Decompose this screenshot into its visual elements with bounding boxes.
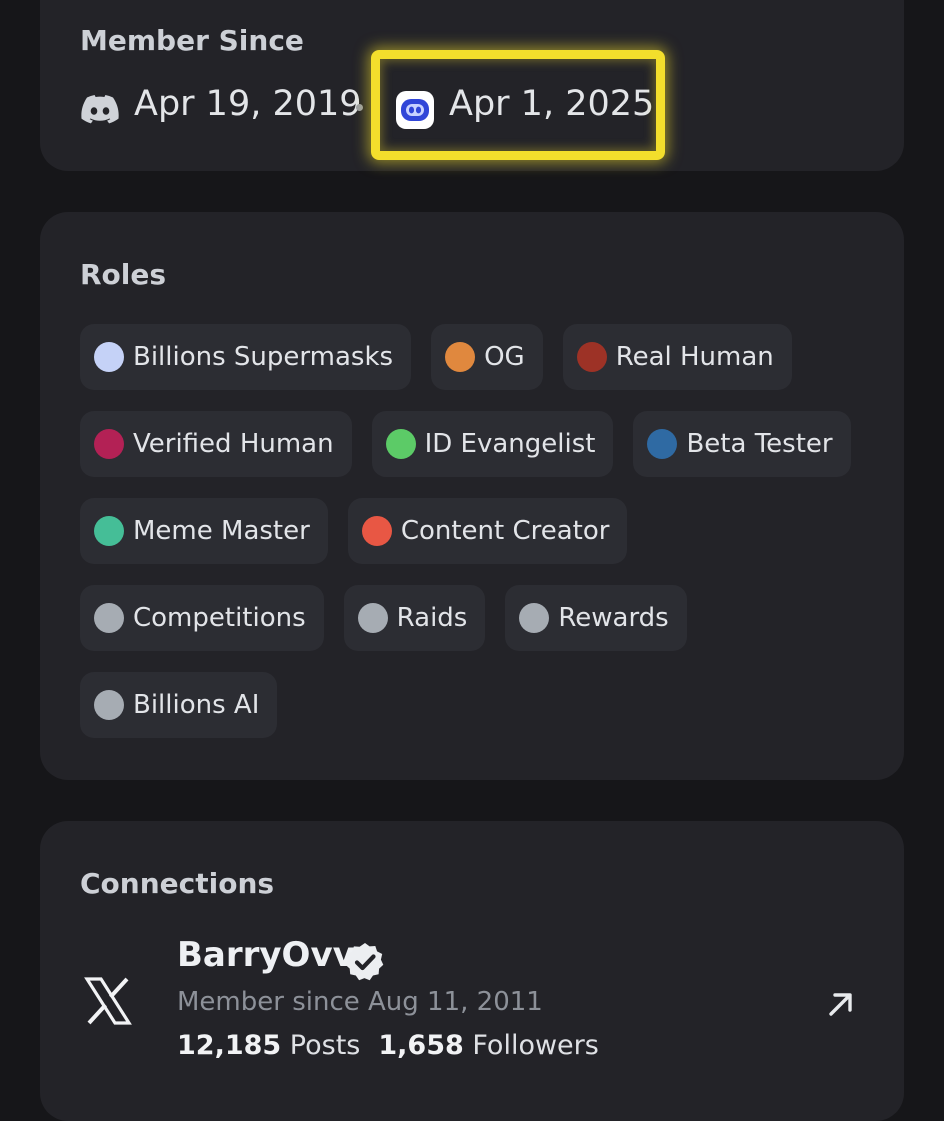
role-label: Real Human <box>615 342 774 372</box>
role-color-dot <box>94 429 124 459</box>
role-color-dot <box>94 516 124 546</box>
role-label: Billions Supermasks <box>133 342 394 372</box>
role-chip[interactable]: Meme Master <box>80 498 328 564</box>
followers-label: Followers <box>472 1030 599 1061</box>
role-label: Billions AI <box>133 690 260 720</box>
separator-dot <box>356 104 363 111</box>
roles-list: Billions Supermasks OG Real Human Verifi… <box>80 324 880 738</box>
role-chip[interactable]: Beta Tester <box>633 411 851 477</box>
member-since-card: Member Since Apr 19, 2019 Apr 1, 2025 <box>40 0 904 171</box>
connection-member-since: Member since Aug 11, 2011 <box>177 987 543 1017</box>
posts-label: Posts <box>289 1030 361 1061</box>
role-chip[interactable]: Real Human <box>562 324 792 390</box>
verified-badge-icon <box>345 943 384 981</box>
roles-title: Roles <box>80 258 167 291</box>
role-chip[interactable]: Verified Human <box>80 411 352 477</box>
role-label: Verified Human <box>133 429 334 459</box>
role-chip[interactable]: Billions Supermasks <box>80 324 412 390</box>
role-label: Raids <box>396 603 468 633</box>
role-chip[interactable]: Raids <box>343 585 486 651</box>
role-color-dot <box>445 342 476 372</box>
roles-card: Roles Billions Supermasks OG Real Human … <box>40 212 904 780</box>
connections-card: Connections BarryOvv Member since Aug 11… <box>40 821 904 1121</box>
member-since-title: Member Since <box>80 24 304 57</box>
role-label: ID Evangelist <box>424 429 596 459</box>
role-color-dot <box>357 603 388 633</box>
discord-icon <box>81 95 119 124</box>
arrow-up-right-icon[interactable] <box>824 987 858 1021</box>
role-label: Meme Master <box>133 516 310 546</box>
role-color-dot <box>519 603 550 633</box>
connection-account-name[interactable]: BarryOvv <box>177 935 355 975</box>
role-color-dot <box>385 429 416 459</box>
posts-count: 12,185 <box>177 1030 282 1061</box>
connection-stats: 12,185 Posts 1,658 Followers <box>177 1030 599 1061</box>
x-logo-icon <box>84 977 132 1025</box>
role-chip[interactable]: Rewards <box>505 585 687 651</box>
discord-member-date: Apr 19, 2019 <box>134 84 362 124</box>
role-chip[interactable]: Billions AI <box>80 672 278 738</box>
role-chip[interactable]: Competitions <box>80 585 324 651</box>
yellow-highlight-box <box>371 50 665 160</box>
role-label: Competitions <box>133 603 306 633</box>
role-color-dot <box>94 342 124 372</box>
role-label: Beta Tester <box>686 429 833 459</box>
role-color-dot <box>94 690 124 720</box>
role-label: Content Creator <box>400 516 610 546</box>
role-color-dot <box>647 429 678 459</box>
role-chip[interactable]: Content Creator <box>347 498 628 564</box>
role-color-dot <box>94 603 124 633</box>
followers-count: 1,658 <box>378 1030 464 1061</box>
role-color-dot <box>361 516 392 546</box>
role-label: Rewards <box>558 603 669 633</box>
connections-title: Connections <box>80 867 275 900</box>
role-chip[interactable]: OG <box>431 324 543 390</box>
role-color-dot <box>576 342 607 372</box>
role-label: OG <box>484 342 525 372</box>
role-chip[interactable]: ID Evangelist <box>371 411 614 477</box>
